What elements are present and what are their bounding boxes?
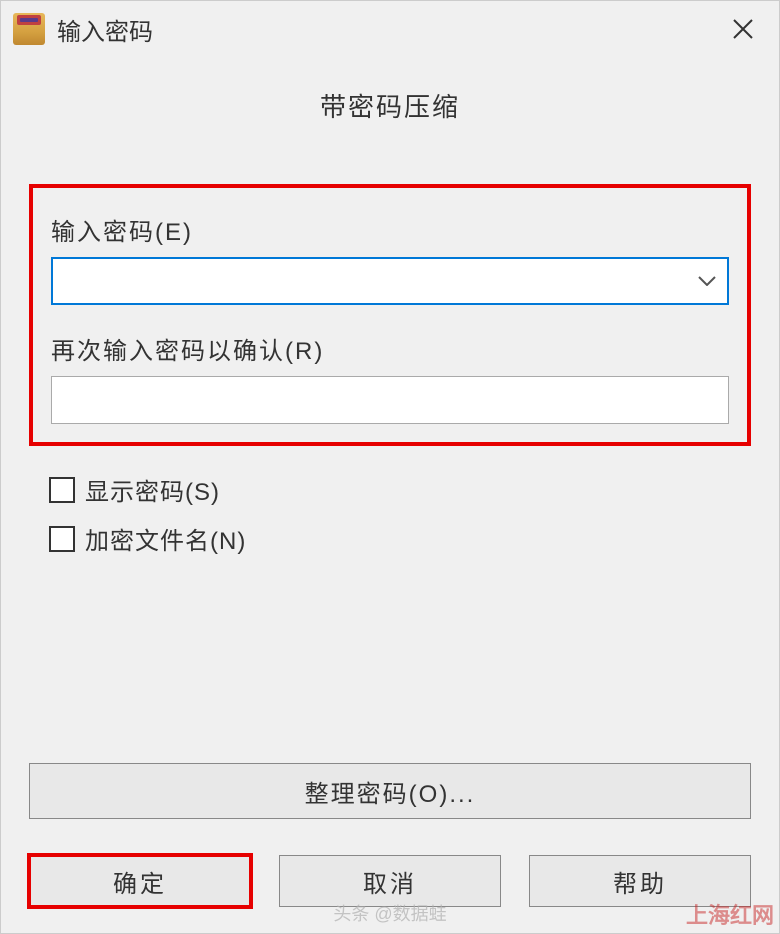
show-password-label: 显示密码(S) (85, 472, 220, 507)
encrypt-filenames-checkbox-row: 加密文件名(N) (29, 521, 751, 556)
show-password-checkbox-row: 显示密码(S) (29, 472, 751, 507)
password-input[interactable] (53, 259, 687, 303)
button-bar: 确定 取消 帮助 (1, 839, 779, 933)
password-dropdown-button[interactable] (687, 259, 727, 303)
chevron-down-icon (698, 276, 716, 286)
window-title: 输入密码 (57, 12, 719, 47)
encrypt-filenames-label: 加密文件名(N) (85, 521, 246, 556)
help-button[interactable]: 帮助 (529, 855, 751, 907)
show-password-checkbox[interactable] (49, 477, 75, 503)
password-fields-highlight: 输入密码(E) 再次输入密码以确认(R) (29, 184, 751, 446)
titlebar: 输入密码 (1, 1, 779, 57)
dialog-body: 带密码压缩 输入密码(E) 再次输入密码以确认(R) 显示密码(S) 加密文件名… (1, 57, 779, 839)
organize-passwords-button[interactable]: 整理密码(O)... (29, 763, 751, 819)
ok-button[interactable]: 确定 (29, 855, 251, 907)
confirm-password-input[interactable] (51, 376, 729, 424)
cancel-button[interactable]: 取消 (279, 855, 501, 907)
dialog-heading: 带密码压缩 (29, 87, 751, 124)
password-combobox[interactable] (51, 257, 729, 305)
password-dialog: 输入密码 带密码压缩 输入密码(E) 再次输入密码以确认(R) 显示密码(S) … (0, 0, 780, 934)
close-button[interactable] (719, 5, 767, 53)
close-icon (731, 17, 755, 41)
password-label: 输入密码(E) (51, 212, 729, 247)
confirm-password-label: 再次输入密码以确认(R) (51, 331, 729, 366)
winrar-icon (13, 13, 45, 45)
encrypt-filenames-checkbox[interactable] (49, 526, 75, 552)
spacer (29, 570, 751, 763)
